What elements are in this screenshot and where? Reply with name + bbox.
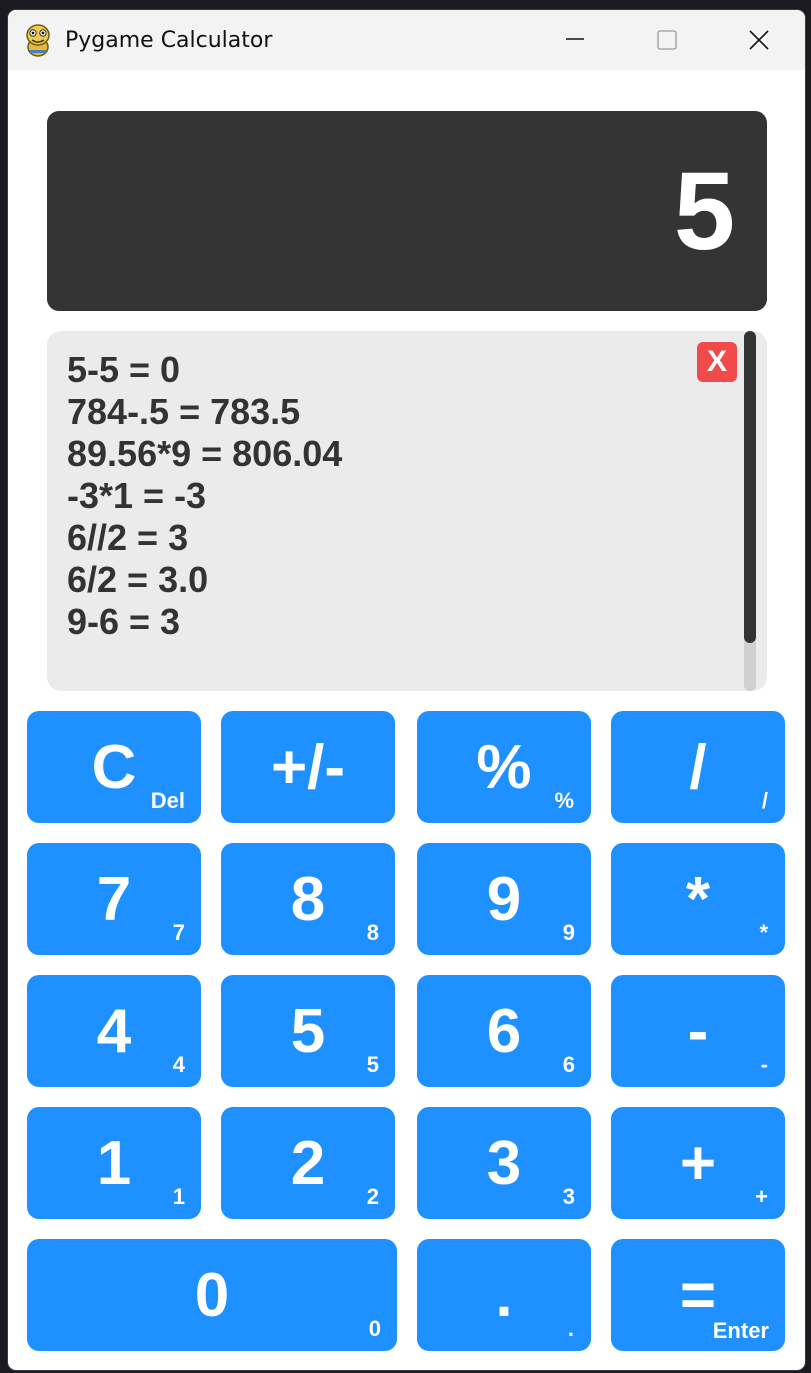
key-shortcut-hint: 3 xyxy=(562,1184,575,1209)
key-label: +/- xyxy=(270,733,346,802)
key-shortcut-hint: 9 xyxy=(562,920,575,945)
key-shortcut-hint: Del xyxy=(150,788,185,813)
history-entry: -3*1 = -3 xyxy=(67,475,207,516)
maximize-icon xyxy=(657,30,677,50)
key-label: / xyxy=(689,733,707,802)
key-shortcut-hint: 5 xyxy=(366,1052,379,1077)
four-button[interactable]: 4 4 xyxy=(27,975,201,1087)
equals-button[interactable]: = Enter xyxy=(611,1239,785,1351)
pygame-snake-icon xyxy=(26,24,50,57)
key-shortcut-hint: Enter xyxy=(712,1318,769,1343)
key-shortcut-hint: * xyxy=(759,920,768,945)
close-window-button[interactable] xyxy=(711,10,805,70)
key-shortcut-hint: 1 xyxy=(172,1184,185,1209)
nine-button[interactable]: 9 9 xyxy=(417,843,591,955)
key-shortcut-hint: - xyxy=(760,1052,768,1077)
key-label: . xyxy=(495,1261,513,1330)
maximize-button[interactable] xyxy=(619,10,715,70)
window-title: Pygame Calculator xyxy=(65,28,273,53)
decimal-button[interactable]: . . xyxy=(417,1239,591,1351)
history-entry: 9-6 = 3 xyxy=(67,601,181,642)
key-label: - xyxy=(687,997,709,1066)
key-shortcut-hint: . xyxy=(567,1316,574,1341)
subtract-button[interactable]: - - xyxy=(611,975,785,1087)
key-shortcut-hint: 6 xyxy=(562,1052,575,1077)
result-display: 5 xyxy=(47,111,767,311)
three-button[interactable]: 3 3 xyxy=(417,1107,591,1219)
key-shortcut-hint: 2 xyxy=(366,1184,379,1209)
history-scrollbar-thumb[interactable] xyxy=(744,331,756,643)
negate-button[interactable]: +/- xyxy=(221,711,395,823)
history-entry: 89.56*9 = 806.04 xyxy=(67,433,343,474)
multiply-button[interactable]: * * xyxy=(611,843,785,955)
history-panel[interactable]: 5-5 = 0 784-.5 = 783.5 89.56*9 = 806.04 … xyxy=(47,331,767,691)
close-icon xyxy=(749,30,769,50)
key-shortcut-hint: % xyxy=(554,788,574,813)
calculator-window: Pygame Calculator 5 5-5 = 0 784-.5 = 783… xyxy=(8,10,805,1370)
add-button[interactable]: + + xyxy=(611,1107,785,1219)
key-shortcut-hint: 7 xyxy=(172,920,185,945)
history-entry: 5-5 = 0 xyxy=(67,349,181,390)
history-entry: 784-.5 = 783.5 xyxy=(67,391,301,432)
two-button[interactable]: 2 2 xyxy=(221,1107,395,1219)
key-shortcut-hint: 8 xyxy=(366,920,379,945)
one-button[interactable]: 1 1 xyxy=(27,1107,201,1219)
display-value: 5 xyxy=(673,150,735,273)
history-entry: 6//2 = 3 xyxy=(67,517,189,558)
history-list: 5-5 = 0 784-.5 = 783.5 89.56*9 = 806.04 … xyxy=(67,349,342,643)
history-entry: 6/2 = 3.0 xyxy=(67,559,209,600)
zero-button[interactable]: 0 0 xyxy=(27,1239,397,1351)
divide-button[interactable]: / / xyxy=(611,711,785,823)
key-shortcut-hint: 0 xyxy=(368,1316,381,1341)
percent-button[interactable]: % % xyxy=(417,711,591,823)
five-button[interactable]: 5 5 xyxy=(221,975,395,1087)
key-label: 0 xyxy=(194,1261,230,1330)
key-shortcut-hint: / xyxy=(761,788,768,813)
key-shortcut-hint: 4 xyxy=(172,1052,185,1077)
minimize-icon xyxy=(566,38,584,40)
six-button[interactable]: 6 6 xyxy=(417,975,591,1087)
clear-button[interactable]: C Del xyxy=(27,711,201,823)
clear-history-button[interactable]: X xyxy=(697,342,737,382)
seven-button[interactable]: 7 7 xyxy=(27,843,201,955)
eight-button[interactable]: 8 8 xyxy=(221,843,395,955)
title-bar[interactable]: Pygame Calculator xyxy=(8,10,805,70)
key-shortcut-hint: + xyxy=(755,1184,768,1209)
minimize-button[interactable] xyxy=(527,10,623,70)
